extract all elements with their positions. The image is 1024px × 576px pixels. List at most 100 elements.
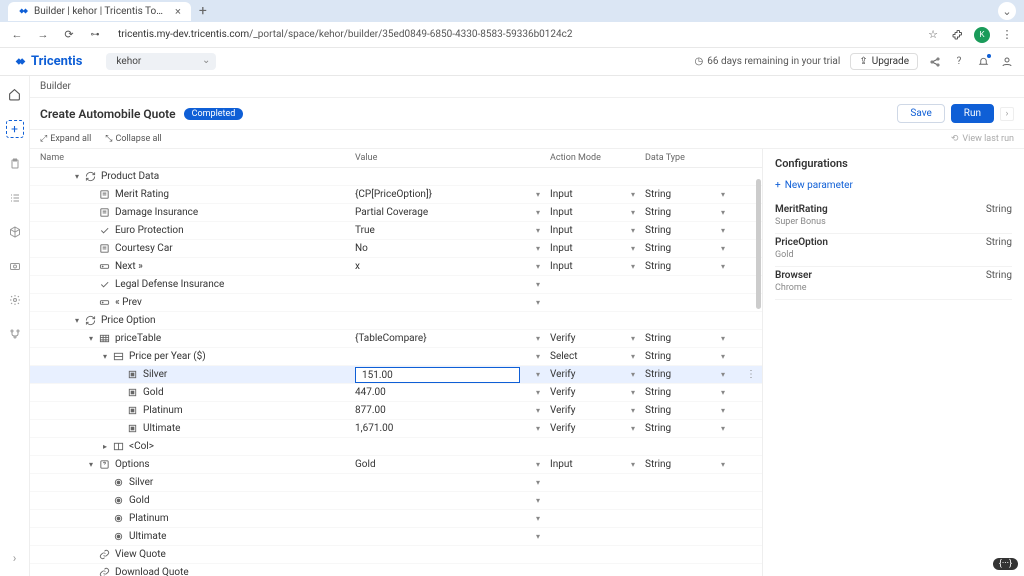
value-dropdown-icon[interactable]: ▾ <box>536 334 540 343</box>
run-button[interactable]: Run <box>951 104 994 123</box>
value-dropdown-icon[interactable]: ▾ <box>536 190 540 199</box>
value-input[interactable]: 151.00 <box>355 367 520 383</box>
expand-all-button[interactable]: ⤢Expand all <box>40 134 91 144</box>
action-dropdown-icon[interactable]: ▾ <box>631 208 635 217</box>
grid-row[interactable]: Legal Defense Insurance▾ <box>30 276 762 294</box>
forward-icon[interactable]: → <box>36 28 50 41</box>
grid-row[interactable]: Next »x▾Input▾String▾ <box>30 258 762 276</box>
grid-row[interactable]: « Prev▾ <box>30 294 762 312</box>
type-dropdown-icon[interactable]: ▾ <box>721 190 725 199</box>
toggle-icon[interactable]: ▾ <box>72 316 82 325</box>
value-dropdown-icon[interactable]: ▾ <box>536 496 540 505</box>
profile-avatar-icon[interactable]: K <box>974 27 990 43</box>
action-dropdown-icon[interactable]: ▾ <box>631 370 635 379</box>
grid-row[interactable]: Gold447.00▾Verify▾String▾ <box>30 384 762 402</box>
back-icon[interactable]: ← <box>10 28 24 41</box>
type-dropdown-icon[interactable]: ▾ <box>721 244 725 253</box>
type-dropdown-icon[interactable]: ▾ <box>721 334 725 343</box>
branch-icon[interactable] <box>7 326 23 342</box>
view-last-run-button[interactable]: ⟲View last run <box>951 134 1014 144</box>
value-dropdown-icon[interactable]: ▾ <box>536 478 540 487</box>
value-dropdown-icon[interactable]: ▾ <box>536 460 540 469</box>
type-dropdown-icon[interactable]: ▾ <box>721 370 725 379</box>
action-dropdown-icon[interactable]: ▾ <box>631 388 635 397</box>
reload-icon[interactable]: ⟳ <box>62 28 76 41</box>
bookmark-icon[interactable]: ☆ <box>926 28 940 41</box>
window-control-icon[interactable]: ⌄ <box>998 2 1016 20</box>
action-dropdown-icon[interactable]: ▾ <box>631 226 635 235</box>
collapse-all-button[interactable]: ⤡Collapse all <box>105 134 161 144</box>
type-dropdown-icon[interactable]: ▾ <box>721 226 725 235</box>
grid-row[interactable]: Silver▾ <box>30 474 762 492</box>
grid-row[interactable]: Silver151.00▾Verify▾String▾⋮ <box>30 366 762 384</box>
action-dropdown-icon[interactable]: ▾ <box>631 190 635 199</box>
value-dropdown-icon[interactable]: ▾ <box>536 532 540 541</box>
clipboard-icon[interactable] <box>7 156 23 172</box>
config-item[interactable]: PriceOptionStringGold <box>775 234 1012 267</box>
config-item[interactable]: MeritRatingStringSuper Bonus <box>775 201 1012 234</box>
help-icon[interactable]: ? <box>952 55 966 69</box>
type-dropdown-icon[interactable]: ▾ <box>721 262 725 271</box>
value-dropdown-icon[interactable]: ▾ <box>536 352 540 361</box>
grid-row[interactable]: Ultimate▾ <box>30 528 762 546</box>
grid-row[interactable]: Euro ProtectionTrue▾Input▾String▾ <box>30 222 762 240</box>
grid-row[interactable]: Download Quote <box>30 564 762 576</box>
new-parameter-button[interactable]: +New parameter <box>775 180 1012 191</box>
value-dropdown-icon[interactable]: ▾ <box>536 298 540 307</box>
upgrade-button[interactable]: ⇪ Upgrade <box>850 53 918 70</box>
browser-menu-icon[interactable]: ⋮ <box>1000 28 1014 41</box>
action-dropdown-icon[interactable]: ▾ <box>631 334 635 343</box>
grid-row[interactable]: ▾Price Option <box>30 312 762 330</box>
toggle-icon[interactable]: ▾ <box>86 460 96 469</box>
value-dropdown-icon[interactable]: ▾ <box>536 262 540 271</box>
grid-row[interactable]: Platinum▾ <box>30 510 762 528</box>
action-dropdown-icon[interactable]: ▾ <box>631 460 635 469</box>
value-dropdown-icon[interactable]: ▾ <box>536 406 540 415</box>
site-info-icon[interactable]: ⊶ <box>88 30 102 40</box>
add-button[interactable]: + <box>6 120 24 138</box>
grid-row[interactable]: ▸<Col> <box>30 438 762 456</box>
expand-rail-icon[interactable]: › <box>7 550 23 566</box>
col-header-type[interactable]: Data Type <box>645 153 735 163</box>
action-dropdown-icon[interactable]: ▾ <box>631 424 635 433</box>
extensions-icon[interactable] <box>950 29 964 41</box>
browser-tab[interactable]: Builder | kehor | Tricentis To… × <box>8 2 191 21</box>
scrollbar[interactable] <box>756 169 762 576</box>
type-dropdown-icon[interactable]: ▾ <box>721 406 725 415</box>
config-item[interactable]: BrowserStringChrome <box>775 267 1012 300</box>
home-icon[interactable] <box>7 86 23 102</box>
grid-row[interactable]: Merit Rating{CP[PriceOption]}▾Input▾Stri… <box>30 186 762 204</box>
grid-row[interactable]: Platinum877.00▾Verify▾String▾ <box>30 402 762 420</box>
action-dropdown-icon[interactable]: ▾ <box>631 352 635 361</box>
type-dropdown-icon[interactable]: ▾ <box>721 388 725 397</box>
action-dropdown-icon[interactable]: ▾ <box>631 262 635 271</box>
value-dropdown-icon[interactable]: ▾ <box>536 514 540 523</box>
col-header-action[interactable]: Action Mode <box>550 153 645 163</box>
grid-row[interactable]: Gold▾ <box>30 492 762 510</box>
toggle-icon[interactable]: ▾ <box>72 172 82 181</box>
close-icon[interactable]: × <box>175 5 181 18</box>
share-icon[interactable] <box>928 55 942 69</box>
type-dropdown-icon[interactable]: ▾ <box>721 208 725 217</box>
col-header-value[interactable]: Value <box>355 153 550 163</box>
grid-row[interactable]: Damage InsurancePartial Coverage▾Input▾S… <box>30 204 762 222</box>
col-header-name[interactable]: Name <box>30 153 355 163</box>
grid-row[interactable]: ▾Product Data <box>30 168 762 186</box>
save-button[interactable]: Save <box>897 104 944 123</box>
value-dropdown-icon[interactable]: ▾ <box>536 208 540 217</box>
grid-row[interactable]: View Quote <box>30 546 762 564</box>
value-dropdown-icon[interactable]: ▾ <box>536 424 540 433</box>
value-dropdown-icon[interactable]: ▾ <box>536 388 540 397</box>
new-tab-button[interactable]: + <box>199 3 207 19</box>
list-icon[interactable] <box>7 190 23 206</box>
environment-selector[interactable]: kehor <box>106 53 216 70</box>
value-dropdown-icon[interactable]: ▾ <box>536 226 540 235</box>
panel-toggle-icon[interactable]: › <box>1000 107 1014 121</box>
grid-row[interactable]: ▾Price per Year ($)▾Select▾String▾ <box>30 348 762 366</box>
value-dropdown-icon[interactable]: ▾ <box>536 244 540 253</box>
url-bar[interactable]: tricentis.my-dev.tricentis.com/_portal/s… <box>118 29 573 40</box>
grid-row[interactable]: ▾priceTable{TableCompare}▾Verify▾String▾ <box>30 330 762 348</box>
toggle-icon[interactable]: ▸ <box>100 442 110 451</box>
type-dropdown-icon[interactable]: ▾ <box>721 460 725 469</box>
type-dropdown-icon[interactable]: ▾ <box>721 352 725 361</box>
